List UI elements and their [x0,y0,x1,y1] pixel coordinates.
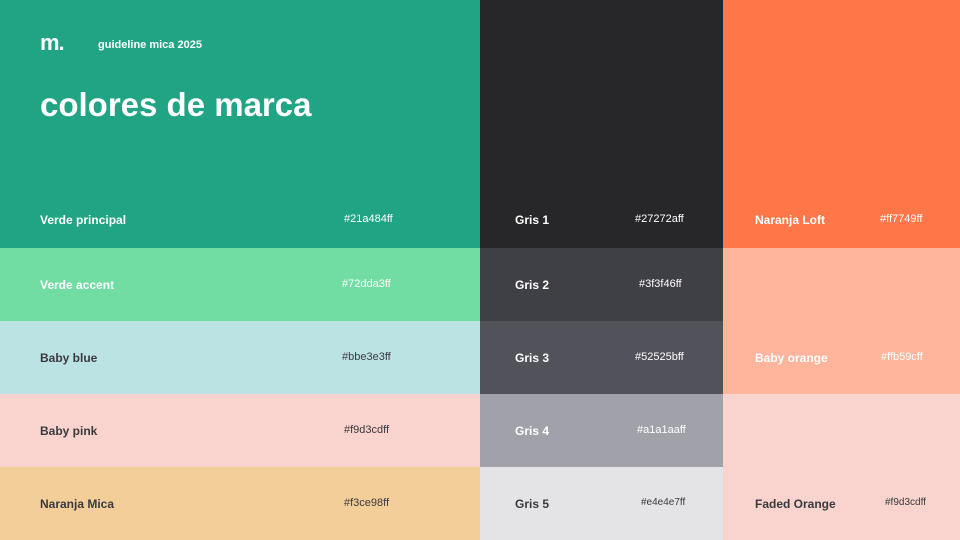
swatch-naranja-loft: Naranja Loft #ff7749ff [723,0,960,248]
swatch-baby-pink: Baby pink #f9d3cdff [0,394,480,467]
swatch-hex: #52525bff [635,351,684,363]
brand-logo: m. [40,30,65,55]
swatch-gris-2: Gris 2 #3f3f46ff [480,248,723,321]
swatch-baby-orange: Baby orange #ffb59cff [723,248,960,394]
swatch-name: Gris 1 [515,213,550,227]
swatch-name: Naranja Mica [40,497,115,511]
palette-column-oranges: Naranja Loft #ff7749ff Baby orange #ffb5… [723,0,960,540]
swatch-gris-4: Gris 4 #a1a1aaff [480,394,723,467]
swatch-name: Gris 3 [515,351,550,365]
swatch-name: Baby orange [755,351,828,365]
swatch-name: Gris 2 [515,278,550,292]
swatch-hex: #f9d3cdff [344,424,390,436]
swatch-name: Naranja Loft [755,213,826,227]
swatch-hex: #bbe3e3ff [342,351,391,363]
swatch-name: Faded Orange [755,497,836,511]
swatch-baby-blue: Baby blue #bbe3e3ff [0,321,480,394]
swatch-gris-3: Gris 3 #52525bff [480,321,723,394]
swatch-hex: #a1a1aaff [637,424,686,436]
page-title: colores de marca [40,86,312,123]
swatch-hex: #f9d3cdff [885,497,926,508]
palette-column-greys: Gris 1 #27272aff Gris 2 #3f3f46ff Gris 3… [480,0,723,540]
swatch-hex: #27272aff [635,213,684,225]
swatch-gris-5: Gris 5 #e4e4e7ff [480,467,723,540]
swatch-hex: #ffb59cff [881,351,923,363]
swatch-name: Baby pink [40,424,98,438]
swatch-verde-accent: Verde accent #72dda3ff [0,248,480,321]
swatch-naranja-mica: Naranja Mica #f3ce98ff [0,467,480,540]
swatch-name: Gris 5 [515,497,550,511]
palette-column-primary: Verde principal #21a484ff Verde accent #… [0,0,480,540]
swatch-hex: #e4e4e7ff [641,497,686,508]
swatch-hex: #3f3f46ff [639,278,682,290]
swatch-name: Verde principal [40,213,127,227]
swatch-gris-1: Gris 1 #27272aff [480,0,723,248]
swatch-name: Gris 4 [515,424,550,438]
swatch-name: Baby blue [40,351,98,365]
guideline-subtitle: guideline mica 2025 [98,39,202,51]
swatch-faded-orange: Faded Orange #f9d3cdff [723,394,960,540]
swatch-verde-principal: Verde principal #21a484ff [0,0,480,248]
swatch-name: Verde accent [40,278,115,292]
swatch-hex: #f3ce98ff [344,497,390,509]
swatch-hex: #21a484ff [344,213,393,225]
swatch-hex: #ff7749ff [880,213,923,225]
swatch-hex: #72dda3ff [342,278,391,290]
